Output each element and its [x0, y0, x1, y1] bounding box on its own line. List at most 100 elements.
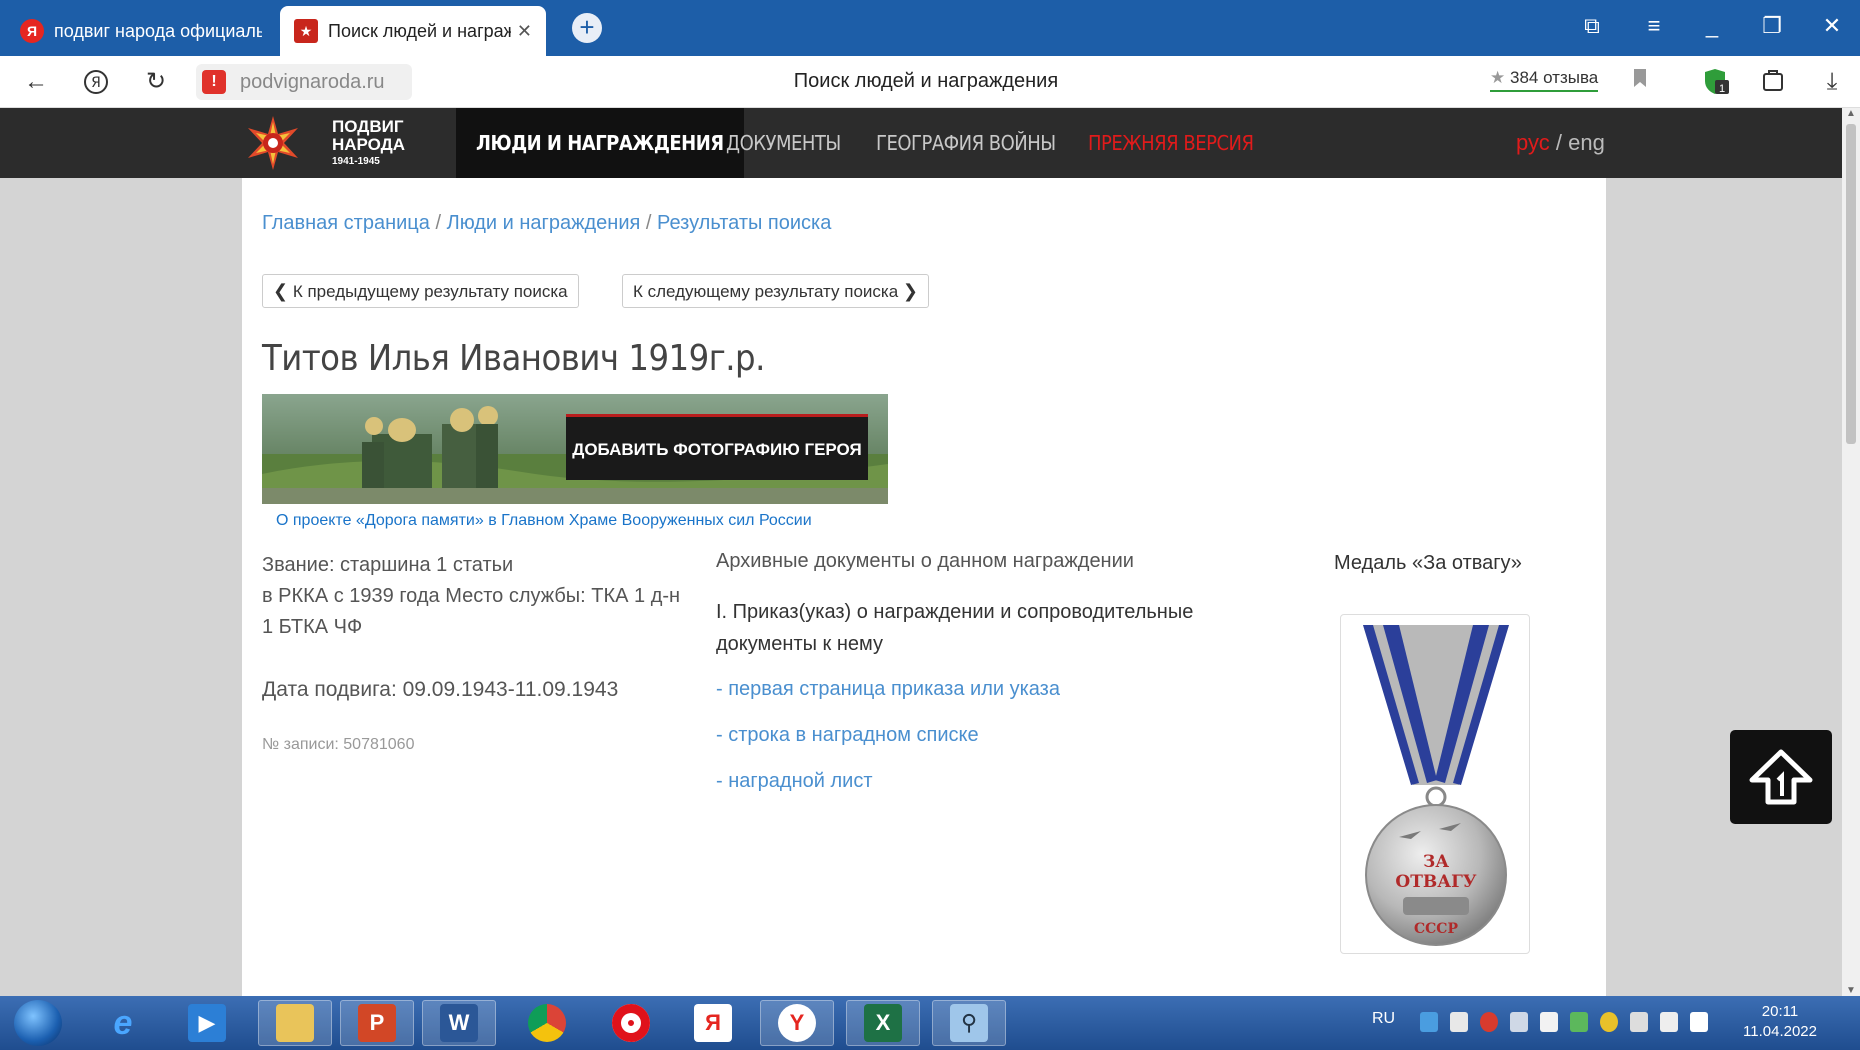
add-hero-photo-button[interactable]: ДОБАВИТЬ ФОТОГРАФИЮ ГЕРОЯ	[566, 414, 868, 480]
close-tab-icon[interactable]: ✕	[517, 21, 532, 42]
tray-flag-icon[interactable]	[1540, 1012, 1558, 1032]
excel-icon[interactable]: X	[846, 1000, 920, 1046]
tray-shield-icon[interactable]	[1600, 1012, 1618, 1032]
medal-name: Медаль «За отвагу»	[1334, 552, 1522, 574]
scroll-up-arrow[interactable]: ▲	[1842, 108, 1860, 119]
language-switch: рус / eng	[1516, 130, 1605, 155]
address-bar: ← Я ↻ ! podvignaroda.ru Поиск людей и на…	[0, 56, 1860, 108]
network-icon[interactable]	[1630, 1012, 1648, 1032]
medal-for-courage-icon: ЗА ОТВАГУ СССР	[1363, 625, 1509, 946]
person-name: Титов Илья Иванович 1919г.р.	[262, 338, 765, 379]
person-info: Звание: старшина 1 статьи в РККА с 1939 …	[262, 550, 692, 643]
restore-icon[interactable]: ❐	[1752, 14, 1792, 38]
person-service: в РККА с 1939 года Место службы: ТКА 1 д…	[262, 585, 681, 638]
site-header: ПОДВИГ НАРОДА 1941-1945 ЛЮДИ И НАГРАЖДЕН…	[0, 108, 1842, 178]
url-field[interactable]: ! podvignaroda.ru	[196, 64, 412, 100]
security-warning-icon[interactable]: !	[202, 70, 226, 94]
menu-icon[interactable]: ≡	[1634, 14, 1674, 38]
svg-text:1: 1	[1719, 83, 1725, 95]
nav-people-awards[interactable]: ЛЮДИ И НАГРАЖДЕНИЯ	[456, 108, 744, 178]
lang-ru[interactable]: рус	[1516, 130, 1550, 155]
medal-inscription: ЗА	[1423, 852, 1449, 872]
svg-text:Я: Я	[91, 75, 101, 91]
ie-icon[interactable]: e	[86, 1000, 160, 1046]
breadcrumb-results[interactable]: Результаты поиска	[657, 212, 831, 234]
memory-road-link[interactable]: О проекте «Дорога памяти» в Главном Храм…	[276, 512, 812, 530]
nav-documents[interactable]: ДОКУМЕНТЫ	[726, 108, 841, 178]
scroll-to-top-button[interactable]	[1730, 730, 1832, 824]
powerpoint-icon[interactable]: P	[340, 1000, 414, 1046]
yandex-browser-icon[interactable]: Y	[760, 1000, 834, 1046]
next-result-button[interactable]: К следующему результату поиска ❯	[622, 274, 929, 308]
medal-inscription: СССР	[1414, 921, 1458, 937]
bookmark-icon[interactable]	[1624, 68, 1656, 96]
file-explorer-icon[interactable]	[258, 1000, 332, 1046]
clock-date: 11.04.2022	[1743, 1023, 1817, 1040]
medal-image[interactable]: ЗА ОТВАГУ СССР	[1340, 614, 1530, 954]
lang-en[interactable]: eng	[1568, 130, 1605, 155]
logo-text: ПОДВИГ НАРОДА	[332, 117, 406, 154]
nav-war-geography[interactable]: ГЕОГРАФИЯ ВОЙНЫ	[876, 108, 1056, 178]
search-tool-icon[interactable]: ⚲	[932, 1000, 1006, 1046]
breadcrumb-home[interactable]: Главная страница	[262, 212, 430, 234]
chevron-left-icon: ❮	[273, 281, 289, 301]
tray-pen-icon[interactable]	[1450, 1012, 1468, 1032]
scrollbar-thumb[interactable]	[1846, 124, 1856, 444]
close-window-icon[interactable]: ✕	[1812, 14, 1852, 38]
memory-road-banner[interactable]: ДОБАВИТЬ ФОТОГРАФИЮ ГЕРОЯ	[262, 394, 888, 504]
battery-icon[interactable]	[1660, 1012, 1678, 1032]
breadcrumb-people[interactable]: Люди и награждения	[447, 212, 641, 234]
system-clock[interactable]: 20:11 11.04.2022	[1720, 1002, 1840, 1042]
back-icon[interactable]: ←	[20, 68, 52, 96]
start-button[interactable]	[14, 1000, 62, 1046]
chevron-right-icon: ❯	[902, 281, 918, 301]
extensions-icon[interactable]	[1758, 68, 1790, 96]
person-card: Главная страница / Люди и награждения / …	[242, 178, 1606, 996]
order-title: I. Приказ(указ) о награждении и сопровод…	[716, 601, 1194, 655]
tray-display-icon[interactable]	[1510, 1012, 1528, 1032]
tab-label: подвиг народа официаль	[54, 20, 262, 41]
browser-tab-strip: Я подвиг народа официаль ★ Поиск людей и…	[0, 0, 1860, 56]
doc-link-order-first-page[interactable]: - первая страница приказа или указа	[716, 678, 1060, 701]
volume-icon[interactable]	[1690, 1012, 1708, 1032]
url-host: podvignaroda.ru	[240, 70, 385, 93]
prev-result-button[interactable]: ❮ К предыдущему результату поиска	[262, 274, 579, 308]
clock-time: 20:11	[1761, 1003, 1799, 1020]
protect-shield-icon[interactable]: 1	[1700, 68, 1732, 96]
doc-link-award-sheet[interactable]: - наградной лист	[716, 770, 873, 793]
tablo-icon[interactable]: ⧉	[1572, 14, 1612, 38]
tab-podvig-search[interactable]: Я подвиг народа официаль	[6, 6, 276, 56]
opera-icon[interactable]	[594, 1000, 668, 1046]
site-logo[interactable]: ПОДВИГ НАРОДА 1941-1945	[244, 114, 406, 172]
record-number: № записи: 50781060	[262, 736, 415, 753]
breadcrumb: Главная страница / Люди и награждения / …	[262, 212, 832, 234]
yandex-icon[interactable]: Я	[676, 1000, 750, 1046]
person-rank: Звание: старшина 1 статьи	[262, 554, 514, 576]
media-player-icon[interactable]: ▶	[170, 1000, 244, 1046]
tray-update-icon[interactable]	[1570, 1012, 1588, 1032]
reviews-link[interactable]: ★ 384 отзыва	[1490, 68, 1599, 92]
arrow-up-icon	[1749, 749, 1813, 805]
doc-link-award-list-line[interactable]: - строка в наградном списке	[716, 724, 979, 747]
download-icon[interactable]: ⤓	[1816, 68, 1848, 96]
podvig-favicon: ★	[294, 19, 318, 43]
minimize-icon[interactable]: _	[1692, 14, 1732, 38]
order-star-icon	[248, 116, 298, 170]
tab-label: Поиск людей и награж	[328, 20, 511, 41]
word-icon[interactable]: W	[422, 1000, 496, 1046]
windows-taskbar: e ▶ P W Я Y X ⚲ RU 20:11 11.04.2022	[0, 996, 1860, 1050]
tray-app-icon[interactable]	[1420, 1012, 1438, 1032]
tab-people-search[interactable]: ★ Поиск людей и награж ✕	[280, 6, 546, 56]
yandex-home-icon[interactable]: Я	[80, 68, 112, 96]
new-tab-button[interactable]: +	[572, 13, 602, 43]
page-scrollbar[interactable]: ▲ ▼	[1842, 108, 1860, 996]
yandex-icon: Я	[20, 19, 44, 43]
page-title-display: Поиск людей и награждения	[793, 70, 1059, 92]
chrome-icon[interactable]	[510, 1000, 584, 1046]
tray-yandex-icon[interactable]	[1480, 1012, 1498, 1032]
nav-old-version[interactable]: ПРЕЖНЯЯ ВЕРСИЯ	[1088, 108, 1254, 178]
reload-icon[interactable]: ↻	[140, 68, 172, 96]
input-language[interactable]: RU	[1372, 1010, 1395, 1028]
scroll-down-arrow[interactable]: ▼	[1842, 985, 1860, 996]
logo-years: 1941-1945	[332, 156, 380, 167]
